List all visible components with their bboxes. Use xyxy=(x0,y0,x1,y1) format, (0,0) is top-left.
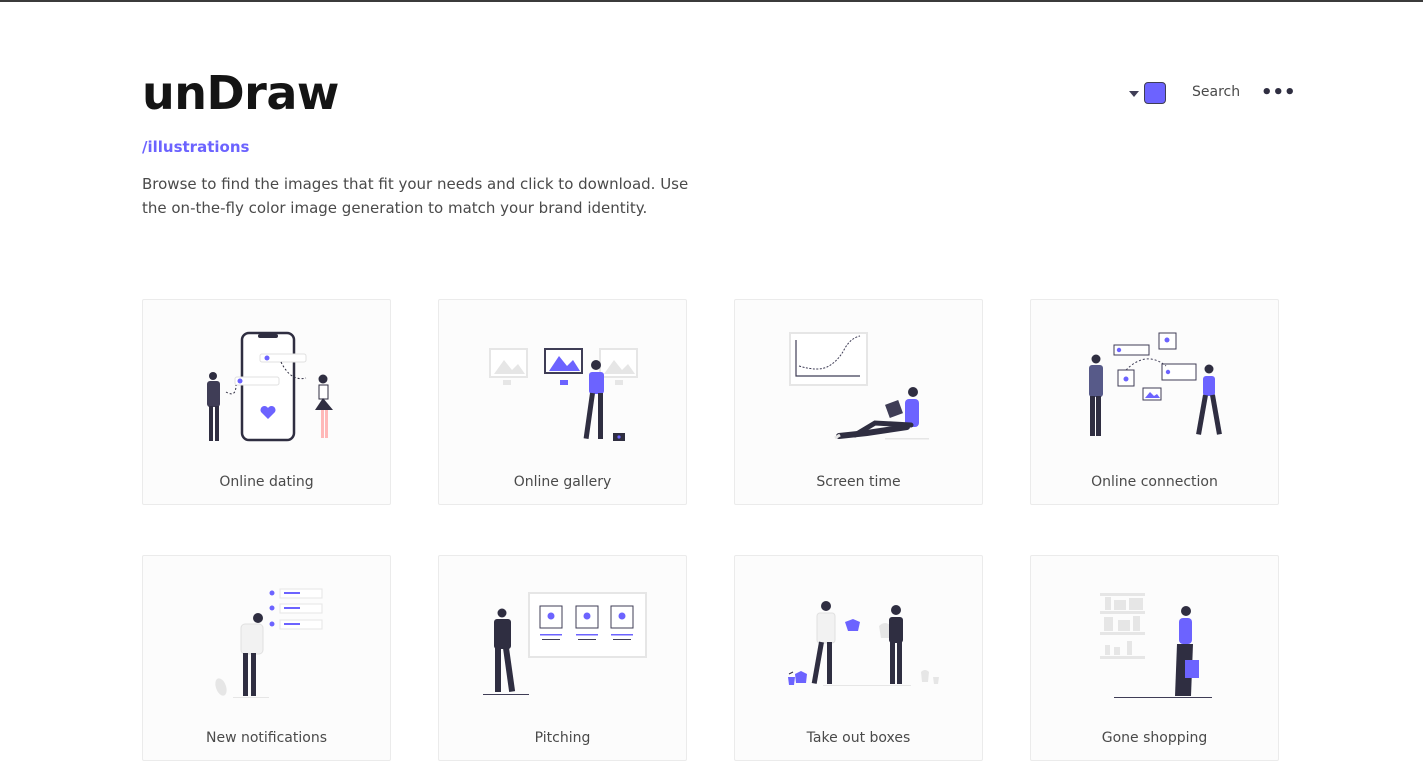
illustration-card[interactable]: Pitching xyxy=(438,555,687,761)
section-title: /illustrations xyxy=(142,138,250,156)
take-out-boxes-illustration xyxy=(788,601,939,686)
online-gallery-illustration xyxy=(489,348,638,441)
illustration-card[interactable]: Online dating xyxy=(142,299,391,505)
illustration-card[interactable]: Gone shopping xyxy=(1030,555,1279,761)
card-label: Online gallery xyxy=(513,474,612,490)
screen-time-illustration xyxy=(789,332,929,440)
illustration-card[interactable]: Online connection xyxy=(1030,299,1279,505)
page-description: Browse to find the images that fit your … xyxy=(142,175,689,217)
illustration-card[interactable]: Take out boxes xyxy=(734,555,983,761)
search-button[interactable]: Search xyxy=(1192,84,1240,100)
online-connection-illustration xyxy=(1089,332,1222,436)
pitching-illustration xyxy=(483,592,647,695)
card-label: Take out boxes xyxy=(806,730,911,746)
illustration-card[interactable]: Screen time xyxy=(734,299,983,505)
card-label: New notifications xyxy=(205,730,327,746)
card-label: Online connection xyxy=(1091,474,1218,490)
color-picker-swatch[interactable] xyxy=(1144,82,1166,104)
card-label: Screen time xyxy=(816,474,901,490)
online-dating-illustration xyxy=(207,331,333,442)
gone-shopping-illustration xyxy=(1100,593,1212,698)
illustration-card[interactable]: Online gallery xyxy=(438,299,687,505)
more-options-icon[interactable]: ••• xyxy=(1261,82,1296,103)
card-label: Online dating xyxy=(219,474,314,490)
color-dropdown-caret-icon[interactable] xyxy=(1129,91,1139,97)
new-notifications-illustration xyxy=(215,588,323,698)
top-border xyxy=(0,0,1423,2)
card-label: Pitching xyxy=(534,730,591,746)
card-label: Gone shopping xyxy=(1101,730,1208,746)
illustration-card[interactable]: New notifications xyxy=(142,555,391,761)
site-logo[interactable]: unDraw xyxy=(142,66,339,120)
